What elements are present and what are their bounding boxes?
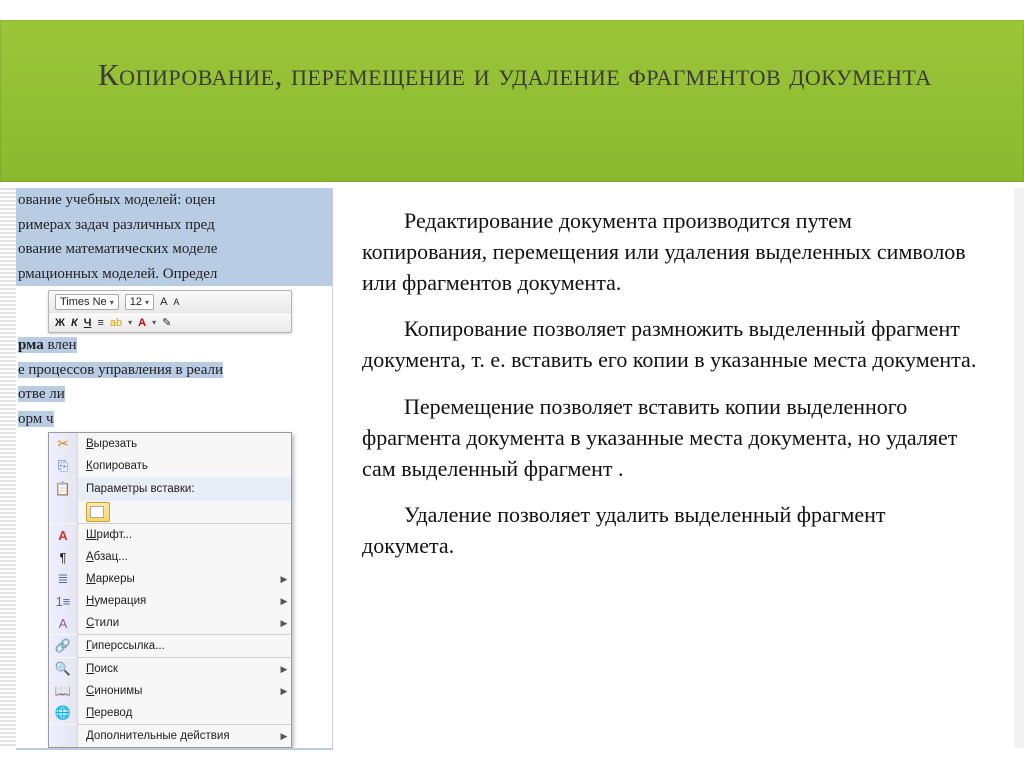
doc-line: е процессов управления в реали bbox=[16, 358, 332, 383]
гиперссылка--icon: 🔗 bbox=[49, 635, 78, 657]
paragraph: Удаление позволяет удалить выделенный фр… bbox=[362, 500, 982, 562]
маркеры-icon: ≣ bbox=[49, 568, 78, 590]
doc-selected-line: ование математических моделе bbox=[16, 237, 332, 262]
doc-selected-line: римерах задач различных пред bbox=[16, 213, 332, 238]
menu-item[interactable]: ⎘Копировать bbox=[49, 455, 291, 477]
doc-selected-line: ование учебных моделей: оцен bbox=[16, 188, 332, 213]
menu-item-label: Гиперссылка... bbox=[78, 640, 277, 652]
menu-item-label: Абзац... bbox=[78, 551, 277, 563]
mini-toolbar[interactable]: Times Ne ▾ 12 ▾ A A bbox=[48, 290, 292, 314]
menu-item[interactable]: ¶Абзац... bbox=[49, 546, 291, 568]
context-menu[interactable]: ✂Вырезать⎘Копировать📋Параметры вставки:A… bbox=[48, 432, 292, 748]
menu-item-label: Перевод bbox=[78, 707, 277, 719]
submenu-arrow-icon: ▶ bbox=[277, 596, 291, 607]
menu-item-label: Дополнительные действия bbox=[78, 730, 277, 742]
синонимы-icon: 📖 bbox=[49, 680, 78, 702]
submenu-arrow-icon: ▶ bbox=[277, 618, 291, 629]
menu-item-label: Вырезать bbox=[78, 438, 277, 450]
left-decoration-rail bbox=[0, 188, 16, 748]
menu-item-label: Шрифт... bbox=[78, 529, 277, 541]
paragraph: Перемещение позволяет вставить копии выд… bbox=[362, 392, 982, 484]
menu-item[interactable]: Дополнительные действия▶ bbox=[49, 725, 291, 747]
body-text: Редактирование документа производится пу… bbox=[362, 206, 982, 578]
menu-item[interactable]: AШрифт... bbox=[49, 524, 291, 546]
вырезать-icon: ✂ bbox=[49, 433, 78, 455]
word-screenshot-snippet: ование учебных моделей: оценримерах зада… bbox=[16, 188, 333, 750]
menu-item[interactable]: 🔍Поиск▶ bbox=[49, 658, 291, 680]
paste-option[interactable] bbox=[49, 501, 291, 523]
slide-title: Копирование, перемещение и удаление фраг… bbox=[0, 20, 1024, 96]
menu-item[interactable]: 🌐Перевод bbox=[49, 702, 291, 724]
menu-item-label: Стили bbox=[78, 617, 277, 629]
doc-line: ист bbox=[16, 748, 332, 750]
doc-selected-line: рмационных моделей. Определ bbox=[16, 262, 332, 287]
menu-item[interactable]: ✂Вырезать bbox=[49, 433, 291, 455]
highlight-icon[interactable]: ab bbox=[110, 317, 122, 329]
menu-item-label: Нумерация bbox=[78, 595, 277, 607]
doc-line: орм ч bbox=[16, 407, 332, 432]
doc-line: отве ли bbox=[16, 382, 332, 407]
menu-item-label: Синонимы bbox=[78, 685, 277, 697]
перевод-icon: 🌐 bbox=[49, 702, 78, 724]
поиск-icon: 🔍 bbox=[49, 658, 78, 680]
нумерация-icon: 1≡ bbox=[49, 590, 78, 612]
стили-icon: A bbox=[49, 612, 78, 634]
menu-item[interactable]: 🔗Гиперссылка... bbox=[49, 635, 291, 657]
format-painter-icon[interactable]: ✎ bbox=[162, 316, 171, 329]
grow-font-icon[interactable]: A bbox=[160, 296, 167, 308]
paste-keep-formatting-icon[interactable] bbox=[86, 502, 110, 522]
menu-item[interactable]: 📖Синонимы▶ bbox=[49, 680, 291, 702]
submenu-arrow-icon: ▶ bbox=[277, 686, 291, 697]
menu-item-label: Параметры вставки: bbox=[78, 483, 277, 495]
italic-button[interactable]: К bbox=[71, 317, 78, 329]
paragraph: Копирование позволяет размножить выделен… bbox=[362, 314, 982, 376]
параметры-вставки--icon: 📋 bbox=[49, 477, 78, 501]
menu-item-label: Поиск bbox=[78, 663, 277, 675]
submenu-arrow-icon: ▶ bbox=[277, 664, 291, 675]
font-color-icon[interactable]: A bbox=[138, 317, 146, 329]
menu-item-label: Маркеры bbox=[78, 573, 277, 585]
align-icon[interactable]: ≡ bbox=[97, 317, 103, 329]
paragraph: Редактирование документа производится пу… bbox=[362, 206, 982, 298]
right-decoration-rail bbox=[1014, 188, 1024, 748]
шрифт--icon: A bbox=[49, 524, 78, 546]
submenu-arrow-icon: ▶ bbox=[277, 731, 291, 742]
menu-item[interactable]: 1≡Нумерация▶ bbox=[49, 590, 291, 612]
menu-item[interactable]: AСтили▶ bbox=[49, 612, 291, 634]
mini-toolbar-row2[interactable]: Ж К Ч ≡ ab▾ A▾ ✎ bbox=[48, 313, 292, 333]
title-band: Копирование, перемещение и удаление фраг… bbox=[0, 20, 1024, 182]
shrink-font-icon[interactable]: A bbox=[173, 297, 179, 307]
doc-line: рма влен bbox=[16, 333, 332, 358]
menu-item[interactable]: ≣Маркеры▶ bbox=[49, 568, 291, 590]
menu-item-label: Копировать bbox=[78, 460, 277, 472]
копировать-icon: ⎘ bbox=[49, 455, 78, 477]
абзац--icon: ¶ bbox=[49, 546, 78, 568]
submenu-arrow-icon: ▶ bbox=[277, 574, 291, 585]
bold-button[interactable]: Ж bbox=[55, 317, 65, 329]
дополнительные-действия-icon bbox=[49, 725, 78, 747]
menu-item: 📋Параметры вставки: bbox=[49, 477, 291, 501]
font-name-selector[interactable]: Times Ne ▾ bbox=[55, 294, 119, 310]
underline-button[interactable]: Ч bbox=[84, 317, 92, 329]
font-size-selector[interactable]: 12 ▾ bbox=[125, 294, 154, 310]
